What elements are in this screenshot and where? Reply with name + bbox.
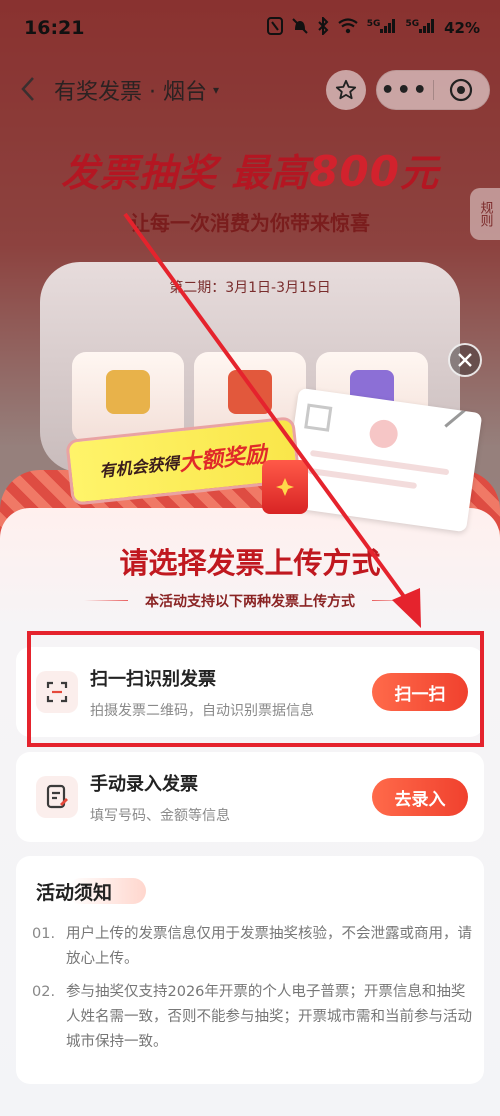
notice-title: 活动须知 [36, 882, 113, 904]
page-title-text: 有奖发票 · 烟台 [54, 80, 207, 105]
bluetooth-icon [317, 15, 329, 39]
annotation-highlight-box [27, 631, 484, 747]
battery-level: 42% [444, 19, 480, 37]
miniprogram-capsule: ••• [376, 70, 490, 110]
edit-document-icon [36, 776, 78, 818]
red-prize [228, 370, 272, 414]
invoice-illustration [282, 387, 483, 533]
notice-item-number: 01. [32, 926, 56, 942]
gold-prize [106, 370, 150, 414]
notice-item: 02. 参与抽奖仅支持2026年开票的个人电子普票；开票信息和抽奖人姓名需一致，… [32, 980, 472, 1055]
nfc-icon [266, 17, 283, 39]
red-envelope-icon [262, 460, 308, 514]
promo-lead: 有机会获得 [98, 453, 181, 481]
notice-item-text: 用户上传的发票信息仅用于发票抽奖核验，不会泄露或商用，请放心上传。 [66, 926, 472, 967]
notice-card: 活动须知 01. 用户上传的发票信息仅用于发票抽奖核验，不会泄露或商用，请放心上… [16, 856, 484, 1084]
sheet-title: 请选择发票上传方式 [119, 546, 381, 580]
hero-subtitle: 让每一次消费为你带来惊喜 [130, 211, 370, 235]
favorite-star-icon[interactable] [326, 70, 366, 110]
mute-bell-icon [292, 17, 308, 39]
hero-title: 发票抽奖 最高800元 [61, 147, 439, 196]
page-title[interactable]: 有奖发票 · 烟台 ▾ [54, 74, 219, 106]
subtitle-line-right [372, 600, 416, 601]
manual-entry-option-card[interactable]: 手动录入发票 填写号码、金额等信息 去录入 [16, 752, 484, 842]
notice-item-text: 参与抽奖仅支持2026年开票的个人电子普票；开票信息和抽奖人姓名需一致，否则不能… [66, 984, 472, 1050]
signal-icon-2: 5G [405, 19, 435, 37]
status-time: 16:21 [24, 17, 85, 39]
period-label: 第二期：3月1日-3月15日 [169, 280, 331, 296]
manual-option-desc: 填写号码、金额等信息 [90, 808, 230, 824]
wifi-icon [338, 18, 358, 38]
city-dropdown-icon: ▾ [212, 83, 220, 97]
notice-item-number: 02. [32, 984, 56, 1000]
status-bar: 16:21 5G 5G 42% [0, 0, 500, 56]
close-popup-icon[interactable] [448, 343, 482, 377]
back-arrow-icon[interactable] [14, 72, 42, 106]
rules-tab[interactable]: 规则 [470, 188, 500, 240]
manual-option-title: 手动录入发票 [90, 774, 198, 795]
more-dots-icon[interactable]: ••• [377, 70, 433, 110]
promo-strong: 大额奖励 [177, 442, 269, 477]
close-miniprogram-icon[interactable] [433, 70, 489, 110]
nav-bar: 有奖发票 · 烟台 ▾ ••• [0, 62, 500, 118]
manual-entry-button[interactable]: 去录入 [372, 778, 468, 816]
signal-icon: 5G [367, 19, 397, 37]
sheet-subtitle: 本活动支持以下两种发票上传方式 [145, 594, 355, 610]
status-icons: 5G 5G 42% [266, 15, 480, 39]
notice-item: 01. 用户上传的发票信息仅用于发票抽奖核验，不会泄露或商用，请放心上传。 [32, 922, 472, 972]
